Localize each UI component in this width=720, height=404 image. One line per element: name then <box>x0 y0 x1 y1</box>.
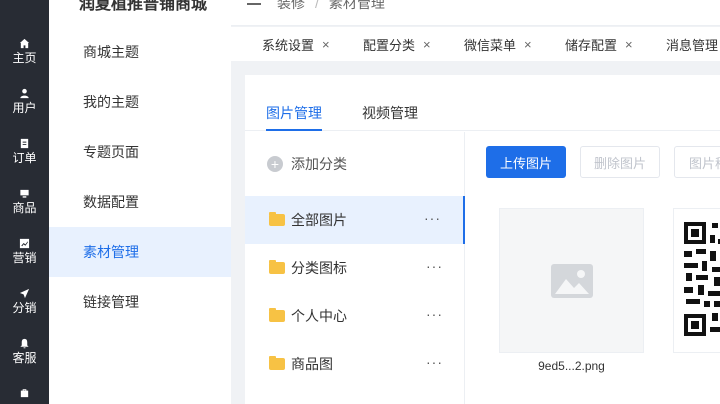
folder-icon <box>269 356 285 370</box>
more-icon[interactable]: ··· <box>426 354 443 370</box>
breadcrumb-current: 素材管理 <box>328 0 385 11</box>
tag-label: 系统设置 <box>262 37 315 53</box>
tag-label: 消息管理 <box>666 37 719 53</box>
nav-item-home[interactable]: 主页 <box>0 31 49 71</box>
tag-message-manage[interactable]: 消息管理 <box>666 27 718 61</box>
close-icon[interactable]: × <box>524 37 532 52</box>
home-icon <box>19 37 31 49</box>
image-filename: 9ed5...2.png <box>538 359 605 373</box>
product-icon <box>19 187 31 199</box>
tag-system-settings[interactable]: 系统设置 × <box>262 27 330 61</box>
breadcrumb: 装修 / 素材管理 <box>277 0 385 13</box>
folder-icon <box>269 212 285 226</box>
submenu-item-data-config[interactable]: 数据配置 <box>49 177 231 227</box>
submenu-item-link[interactable]: 链接管理 <box>49 277 231 327</box>
nav-item-label: 订单 <box>12 151 37 165</box>
more-icon[interactable]: ··· <box>424 210 441 226</box>
nav-item-product[interactable]: 商品 <box>0 181 49 221</box>
category-all-images[interactable]: 全部图片 ··· <box>245 196 465 244</box>
delete-image-button[interactable]: 删除图片 <box>580 146 660 178</box>
nav-item-label: 分销 <box>12 301 37 315</box>
distribution-icon <box>19 287 31 299</box>
qr-code-thumbnail[interactable] <box>673 208 720 353</box>
nav-item-label: 主页 <box>12 51 37 65</box>
marketing-icon <box>19 237 31 249</box>
close-icon[interactable]: × <box>625 37 633 52</box>
category-label: 个人中心 <box>291 308 347 324</box>
category-personal-center[interactable]: 个人中心 ··· <box>245 292 465 340</box>
image-thumbnail[interactable] <box>499 208 644 353</box>
menu-toggle-icon[interactable] <box>247 0 261 10</box>
category-label: 商品图 <box>291 356 333 372</box>
plus-icon: + <box>267 156 283 172</box>
category-label: 分类图标 <box>291 260 347 276</box>
top-header: 装修 / 素材管理 <box>231 0 720 26</box>
more-icon[interactable]: ··· <box>426 306 443 322</box>
add-category-button[interactable]: + 添加分类 <box>267 154 347 174</box>
add-category-label: 添加分类 <box>291 156 347 172</box>
breadcrumb-item[interactable]: 装修 <box>277 0 305 11</box>
qr-code-image <box>684 222 720 336</box>
tag-storage-config[interactable]: 储存配置 × <box>565 27 633 61</box>
tag-config-category[interactable]: 配置分类 × <box>363 27 431 61</box>
active-tab-indicator <box>266 129 322 131</box>
breadcrumb-separator: / <box>315 0 319 11</box>
submenu-item-my-theme[interactable]: 我的主题 <box>49 77 231 127</box>
tags-bar: 系统设置 × 配置分类 × 微信菜单 × 储存配置 × 消息管理 <box>231 27 720 61</box>
category-product-images[interactable]: 商品图 ··· <box>245 340 465 388</box>
media-tabs: 图片管理 视频管理 <box>245 75 720 131</box>
nav-item-user[interactable]: 用户 <box>0 81 49 121</box>
tab-image-manage[interactable]: 图片管理 <box>266 103 322 123</box>
close-icon[interactable]: × <box>423 37 431 52</box>
upload-image-button[interactable]: 上传图片 <box>486 146 566 178</box>
tag-label: 配置分类 <box>363 37 416 53</box>
submenu-item-material[interactable]: 素材管理 <box>49 227 231 277</box>
image-placeholder-icon <box>550 263 593 298</box>
category-icons[interactable]: 分类图标 ··· <box>245 244 465 292</box>
nav-item-order[interactable]: 订单 <box>0 131 49 171</box>
folder-icon <box>269 260 285 274</box>
nav-item-label: 用户 <box>12 101 37 115</box>
submenu-item-shop-theme[interactable]: 商城主题 <box>49 27 231 77</box>
order-icon <box>19 137 31 149</box>
left-nav: 主页 用户 订单 商品 营销 分销 客服 <box>0 0 49 404</box>
shop-title: 润夏植推普铺商城 <box>79 0 208 13</box>
nav-item-label: 营销 <box>12 251 37 265</box>
tag-label: 储存配置 <box>565 37 618 53</box>
nav-item-more[interactable] <box>0 378 49 404</box>
nav-item-marketing[interactable]: 营销 <box>0 231 49 271</box>
content-card: 图片管理 视频管理 + 添加分类 全部图片 ··· 分类图标 ··· 个人中心 … <box>245 75 720 404</box>
tag-label: 微信菜单 <box>464 37 517 53</box>
move-image-button[interactable]: 图片移动 <box>674 146 720 178</box>
tab-video-manage[interactable]: 视频管理 <box>362 103 418 123</box>
bag-icon <box>19 386 31 398</box>
more-icon[interactable]: ··· <box>426 258 443 274</box>
nav-item-label: 商品 <box>12 201 37 215</box>
bell-icon <box>19 337 31 349</box>
category-label: 全部图片 <box>291 212 347 228</box>
folder-icon <box>269 308 285 322</box>
submenu-item-topic-page[interactable]: 专题页面 <box>49 127 231 177</box>
secondary-menu: 润夏植推普铺商城 商城主题 我的主题 专题页面 数据配置 素材管理 链接管理 <box>49 0 231 404</box>
tag-wechat-menu[interactable]: 微信菜单 × <box>464 27 532 61</box>
nav-item-service[interactable]: 客服 <box>0 331 49 371</box>
user-icon <box>19 87 31 99</box>
nav-item-distribution[interactable]: 分销 <box>0 281 49 321</box>
close-icon[interactable]: × <box>322 37 330 52</box>
nav-item-label: 客服 <box>12 351 37 365</box>
category-panel: + 添加分类 全部图片 ··· 分类图标 ··· 个人中心 ··· 商品图 ··… <box>245 132 465 404</box>
